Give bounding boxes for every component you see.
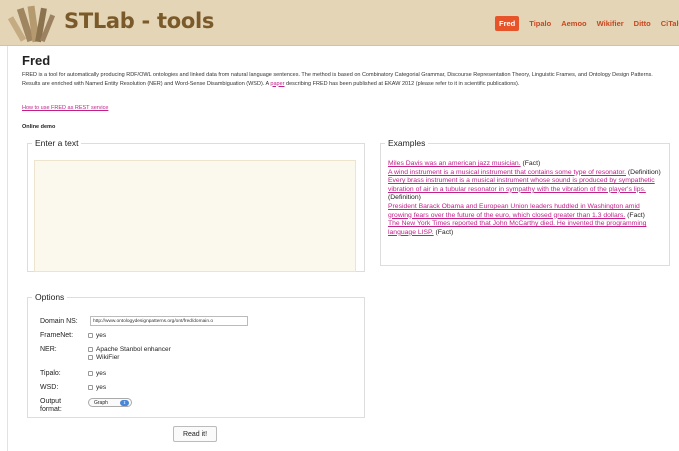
tipalo-row: Tipalo: yes — [40, 370, 106, 377]
updown-arrows-icon: ⇕ — [120, 399, 129, 406]
example-kind: (Fact) — [625, 211, 645, 219]
ner-stanbol-label: Apache Stanbol enhancer — [96, 346, 171, 353]
output-format-row: Output format: Graph ⇕ — [40, 398, 132, 413]
nav-aemoo[interactable]: Aemoo — [561, 19, 586, 28]
wsd-label: WSD: — [40, 384, 59, 391]
intro-text-2: describing FRED has been published at EK… — [284, 80, 520, 87]
output-format-label: Output format: — [40, 398, 88, 413]
framenet-option-label: yes — [96, 332, 107, 339]
nav-ditto[interactable]: Ditto — [634, 19, 651, 28]
tipalo-checkbox[interactable] — [88, 371, 93, 376]
ner-label: NER: — [40, 346, 57, 353]
domain-ns-label: Domain NS: — [40, 317, 78, 325]
example-item: Every brass instrument is a musical inst… — [388, 177, 664, 203]
example-item: The New York Times reported that John Mc… — [388, 220, 664, 237]
example-link-3[interactable]: Every brass instrument is a musical inst… — [388, 177, 655, 193]
text-input-panel: Enter a text — [27, 138, 365, 272]
read-it-button[interactable]: Read it! — [173, 426, 217, 442]
examples-legend: Examples — [388, 138, 426, 148]
example-link-2[interactable]: A wind instrument is a musical instrumen… — [388, 169, 626, 176]
online-demo-heading: Online demo — [22, 124, 56, 130]
output-format-select[interactable]: Graph ⇕ — [88, 398, 132, 407]
tipalo-label: Tipalo: — [40, 370, 61, 377]
example-item: Miles Davis was an american jazz musicia… — [388, 160, 664, 169]
nav-fred[interactable]: Fred — [495, 16, 520, 31]
ner-row: NER: Apache Stanbol enhancer WikiFier — [40, 346, 171, 361]
logo-text: STLab - tools — [64, 9, 215, 33]
text-panel-legend: Enter a text — [35, 138, 79, 148]
ner-stanbol-checkbox[interactable] — [88, 347, 93, 352]
text-input-area[interactable] — [34, 160, 356, 272]
example-kind: (Definition) — [388, 194, 421, 202]
nav-wikifier[interactable]: Wikifier — [597, 19, 624, 28]
example-kind: (Definition) — [626, 168, 661, 176]
domain-ns-row: Domain NS: http://www.ontologydesignpatt… — [40, 316, 248, 326]
stlab-logo-icon — [8, 5, 56, 43]
intro-paragraph: FRED is a tool for automatically produci… — [22, 71, 672, 88]
example-kind: (Fact) — [433, 228, 454, 236]
ner-wikifier-checkbox[interactable] — [88, 355, 93, 360]
ner-wikifier-label: WikiFier — [96, 354, 120, 361]
example-link-4[interactable]: President Barack Obama and European Unio… — [388, 203, 640, 219]
domain-ns-input[interactable]: http://www.ontologydesignpatterns.org/on… — [90, 316, 248, 326]
framenet-checkbox[interactable] — [88, 333, 93, 338]
example-kind: (Fact) — [520, 160, 541, 167]
example-link-5[interactable]: The New York Times reported that John Mc… — [388, 220, 646, 236]
nav-tipalo[interactable]: Tipalo — [529, 19, 551, 28]
left-divider — [7, 46, 8, 451]
framenet-row: FrameNet: yes — [40, 332, 106, 339]
top-nav: Fred Tipalo Aemoo Wikifier Ditto CiTalO — [495, 16, 679, 31]
page-title: Fred — [22, 53, 51, 68]
nav-citalo[interactable]: CiTalO — [661, 19, 679, 28]
paper-link[interactable]: paper — [270, 81, 284, 87]
output-label-line2: format: — [40, 405, 62, 413]
example-link-1[interactable]: Miles Davis was an american jazz musicia… — [388, 160, 521, 167]
output-format-value: Graph — [94, 399, 108, 406]
options-legend: Options — [35, 292, 65, 302]
output-label-line1: Output — [40, 398, 62, 405]
tipalo-option-label: yes — [96, 370, 107, 377]
wsd-checkbox[interactable] — [88, 385, 93, 390]
example-item: A wind instrument is a musical instrumen… — [388, 169, 664, 178]
wsd-row: WSD: yes — [40, 384, 106, 391]
examples-panel: Examples Miles Davis was an american jaz… — [380, 138, 670, 266]
wsd-option-label: yes — [96, 384, 107, 391]
example-item: President Barack Obama and European Unio… — [388, 203, 664, 220]
examples-list: Miles Davis was an american jazz musicia… — [388, 160, 664, 237]
rest-service-link[interactable]: How to use FRED as REST service — [22, 105, 108, 111]
framenet-label: FrameNet: — [40, 332, 74, 339]
header-bar: STLab - tools Fred Tipalo Aemoo Wikifier… — [0, 0, 679, 46]
options-panel: Options Domain NS: http://www.ontologyde… — [27, 292, 365, 418]
